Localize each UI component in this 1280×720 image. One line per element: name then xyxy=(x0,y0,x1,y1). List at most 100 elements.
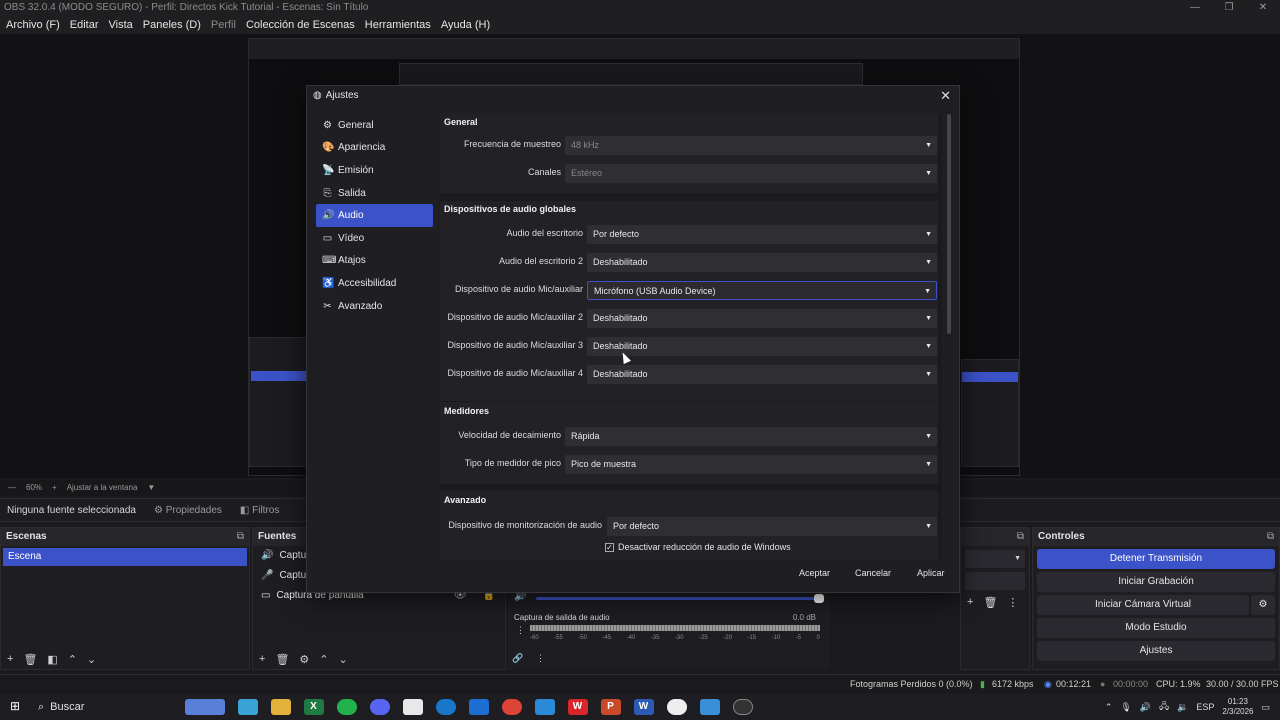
close-icon[interactable]: ✕ xyxy=(1246,0,1280,16)
more-icon[interactable]: ⋮ xyxy=(1007,596,1018,609)
mail-icon[interactable] xyxy=(534,699,555,715)
menu-profile[interactable]: Perfil xyxy=(211,16,236,34)
duration-spinbox[interactable] xyxy=(965,572,1025,590)
nav-video[interactable]: ▭ Vídeo xyxy=(316,227,433,250)
scene-item[interactable]: Escena xyxy=(3,548,247,566)
menu-file[interactable]: Archivo (F) xyxy=(6,16,60,34)
copilot-icon[interactable] xyxy=(237,699,258,715)
transition-select[interactable]: ▼ xyxy=(965,550,1025,568)
menu-help[interactable]: Ayuda (H) xyxy=(441,16,490,34)
filters-button[interactable]: ◧ Filtros xyxy=(240,505,279,516)
add-icon[interactable]: + xyxy=(7,653,13,665)
fit-window-select[interactable]: Ajustar a la ventana xyxy=(67,480,138,496)
volume-slider[interactable] xyxy=(536,594,824,603)
obs-icon[interactable] xyxy=(732,699,753,715)
chevron-down-icon[interactable]: ⌄ xyxy=(87,653,96,666)
edge-icon[interactable] xyxy=(435,699,456,715)
more-icon[interactable]: ⋮ xyxy=(516,625,525,636)
language-indicator[interactable]: ESP xyxy=(1196,702,1214,712)
notification-icon[interactable]: ▭ xyxy=(1261,702,1270,713)
app-icon[interactable] xyxy=(699,699,720,715)
nav-general[interactable]: ⚙ General xyxy=(316,114,433,137)
volume-slider-knob[interactable] xyxy=(814,594,824,603)
windows-start-icon[interactable]: ⊞ xyxy=(10,699,20,713)
nav-output[interactable]: ⎘ Salida xyxy=(316,182,433,205)
properties-button[interactable]: ⚙ Propiedades xyxy=(154,505,222,516)
zoom-out-icon[interactable]: — xyxy=(8,480,16,496)
maximize-icon[interactable]: ❐ xyxy=(1212,0,1246,16)
mic-aux-2-select[interactable]: Deshabilitado ▼ xyxy=(587,309,937,328)
trash-icon[interactable]: 🗑 xyxy=(275,653,289,666)
chevron-down-icon[interactable]: ⌄ xyxy=(339,653,348,666)
whatsapp-icon[interactable] xyxy=(336,699,357,715)
taskbar-search[interactable]: ⌕ Buscar xyxy=(38,701,178,714)
nav-stream[interactable]: 📡 Emisión xyxy=(316,159,433,182)
close-icon[interactable]: ✕ xyxy=(940,88,951,104)
nav-hotkeys[interactable]: ⌨ Atajos xyxy=(316,250,433,273)
network-icon[interactable]: 🖧 xyxy=(1159,699,1169,715)
channels-select[interactable]: Estéreo ▼ xyxy=(565,164,937,183)
stop-stream-button[interactable]: Detener Transmisión xyxy=(1037,549,1275,569)
menu-docks[interactable]: Paneles (D) xyxy=(143,16,201,34)
mic-aux-3-select[interactable]: Deshabilitado ▼ xyxy=(587,337,937,356)
decay-select[interactable]: Rápida ▼ xyxy=(565,427,937,446)
menu-view[interactable]: Vista xyxy=(109,16,133,34)
mic-aux-select[interactable]: Micrófono (USB Audio Device) ▼ xyxy=(587,281,937,300)
dock-float-icon[interactable]: ⧉ xyxy=(1017,528,1024,546)
taskbar-clock[interactable]: 01:23 2/3/2026 xyxy=(1222,697,1253,717)
widgets-icon[interactable] xyxy=(184,699,225,715)
gear-icon[interactable]: ⚙ xyxy=(299,653,309,666)
nav-appearance[interactable]: 🎨 Apariencia xyxy=(316,137,433,160)
menu-tools[interactable]: Herramientas xyxy=(365,16,431,34)
nav-accessibility[interactable]: ♿ Accesibilidad xyxy=(316,272,433,295)
speaker-icon[interactable]: 🔊 xyxy=(1140,702,1151,713)
chevron-up-icon[interactable]: ⌃ xyxy=(1105,702,1113,713)
start-recording-button[interactable]: Iniciar Grabación xyxy=(1037,572,1275,592)
desktop-audio-select[interactable]: Por defecto ▼ xyxy=(587,225,937,244)
ducking-checkbox[interactable]: ✓ xyxy=(605,542,614,552)
ducking-checkbox-row[interactable]: ✓ Desactivar reducción de audio de Windo… xyxy=(605,542,791,552)
mic-icon[interactable]: 🎙 xyxy=(1120,702,1131,713)
powerpoint-icon[interactable]: P xyxy=(600,699,621,715)
volume-icon[interactable]: 🔉 xyxy=(1177,702,1188,713)
chevron-down-icon[interactable]: ▼ xyxy=(147,480,155,496)
more-icon[interactable]: ⋮ xyxy=(536,653,545,664)
chevron-up-icon[interactable]: ⌃ xyxy=(319,653,328,666)
excel-icon[interactable]: X xyxy=(303,699,324,715)
clock-app-icon[interactable] xyxy=(666,699,687,715)
filter-icon[interactable]: ◧ xyxy=(47,653,57,666)
add-icon[interactable]: + xyxy=(967,596,973,609)
chevron-up-icon[interactable]: ⌃ xyxy=(68,653,77,666)
nav-advanced[interactable]: ✂ Avanzado xyxy=(316,295,433,318)
menu-edit[interactable]: Editar xyxy=(70,16,99,34)
word-icon[interactable]: W xyxy=(633,699,654,715)
menu-scene-collection[interactable]: Colección de Escenas xyxy=(246,16,355,34)
chrome-icon[interactable] xyxy=(501,699,522,715)
dock-float-icon[interactable]: ⧉ xyxy=(1267,528,1274,546)
desktop-audio-2-select[interactable]: Deshabilitado ▼ xyxy=(587,253,937,272)
nav-audio[interactable]: 🔊 Audio xyxy=(316,204,433,227)
wps-icon[interactable]: W xyxy=(567,699,588,715)
sample-rate-select[interactable]: 48 kHz ▼ xyxy=(565,136,937,155)
zoom-in-icon[interactable]: + xyxy=(52,480,57,496)
trash-icon[interactable]: 🗑 xyxy=(23,653,37,666)
cancel-button[interactable]: Cancelar xyxy=(847,563,899,583)
outlook-icon[interactable] xyxy=(468,699,489,715)
file-explorer-icon[interactable] xyxy=(270,699,291,715)
trash-icon[interactable]: 🗑 xyxy=(983,596,997,609)
accept-button[interactable]: Aceptar xyxy=(791,563,838,583)
monitor-device-select[interactable]: Por defecto ▼ xyxy=(607,517,937,536)
minimize-icon[interactable]: — xyxy=(1178,0,1212,16)
dock-float-icon[interactable]: ⧉ xyxy=(237,528,244,546)
apply-button[interactable]: Aplicar xyxy=(909,563,953,583)
store-icon[interactable] xyxy=(402,699,423,715)
content-scrollbar[interactable] xyxy=(947,114,951,334)
mic-aux-4-select[interactable]: Deshabilitado ▼ xyxy=(587,365,937,384)
add-icon[interactable]: + xyxy=(259,653,265,665)
studio-mode-button[interactable]: Modo Estudio xyxy=(1037,618,1275,638)
gear-icon[interactable]: ⚙ xyxy=(1251,595,1275,615)
start-virtual-camera-button[interactable]: Iniciar Cámara Virtual xyxy=(1037,595,1249,615)
peak-select[interactable]: Pico de muestra ▼ xyxy=(565,455,937,474)
discord-icon[interactable] xyxy=(369,699,390,715)
settings-button[interactable]: Ajustes xyxy=(1037,641,1275,661)
